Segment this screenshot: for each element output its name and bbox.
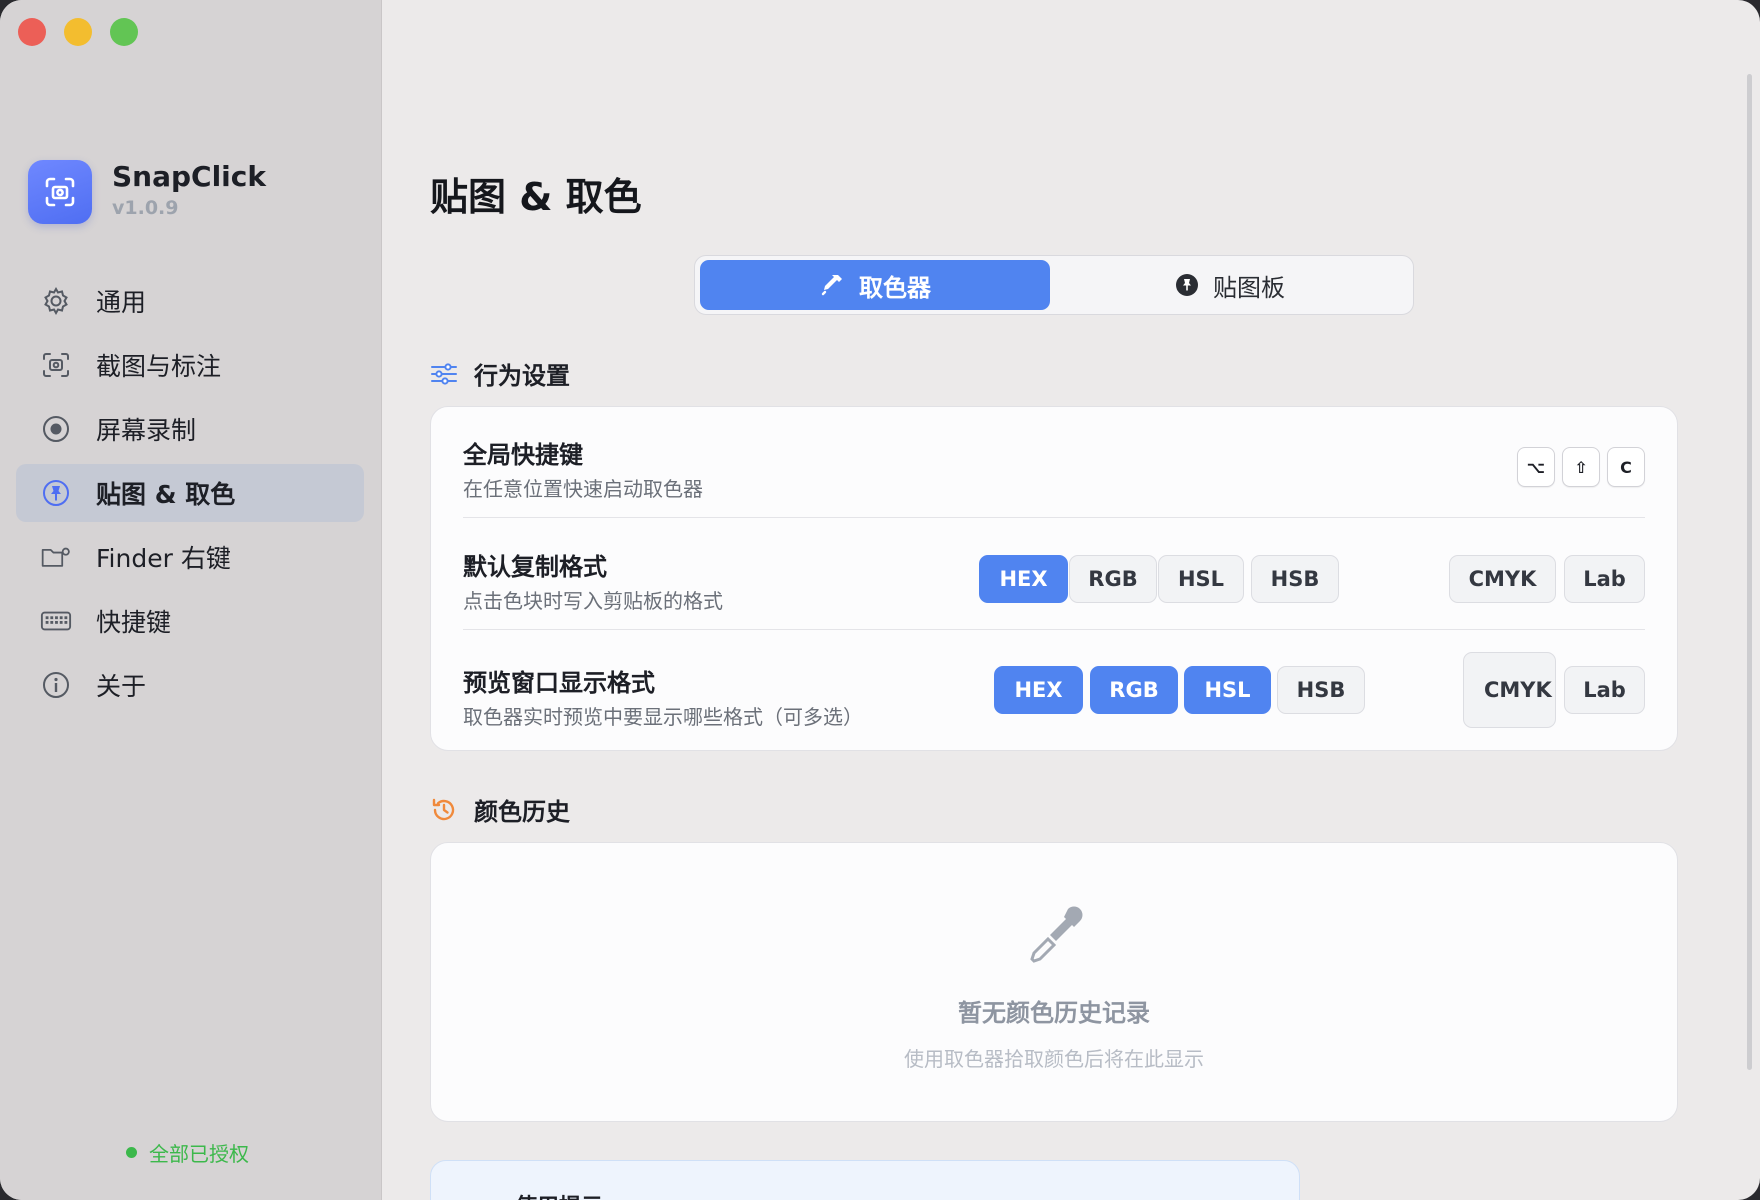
sidebar-item-pin-and-color[interactable]: 贴图 & 取色 (16, 464, 364, 522)
history-section-title: 颜色历史 (430, 792, 570, 827)
preview-chip-cmyk[interactable]: CMYK (1463, 652, 1556, 728)
camera-frame-icon (45, 177, 75, 207)
behavior-settings-card: 全局快捷键 在任意位置快速启动取色器 ⌥ ⇧ C 默认复制格式 点击色块时写入剪… (430, 406, 1678, 751)
format-chip-hex[interactable]: HEX (979, 555, 1068, 603)
auth-status: 全部已授权 (126, 1138, 249, 1167)
divider (463, 629, 1645, 630)
section-title-label: 颜色历史 (474, 798, 570, 826)
row-description: 在任意位置快速启动取色器 (463, 477, 703, 501)
preview-chip-lab[interactable]: Lab (1564, 666, 1645, 714)
tab-color-picker[interactable]: 取色器 (700, 260, 1050, 310)
eyedropper-icon (1030, 906, 1083, 963)
sidebar-item-screen-recording[interactable]: 屏幕录制 (16, 400, 364, 458)
info-icon (40, 670, 72, 700)
behavior-section-title: 行为设置 (430, 356, 570, 391)
preview-chip-hex[interactable]: HEX (994, 666, 1083, 714)
app-version: v1.0.9 (112, 197, 179, 219)
preview-chip-hsl[interactable]: HSL (1184, 666, 1271, 714)
empty-state-description: 使用取色器拾取颜色后将在此显示 (904, 1047, 1204, 1071)
format-chip-cmyk[interactable]: CMYK (1449, 555, 1556, 603)
app-window: SnapClick v1.0.9 通用 截图与标注 屏幕录制 贴图 & 取色 F… (0, 0, 1760, 1200)
row-description: 取色器实时预览中要显示哪些格式（可多选） (463, 705, 863, 729)
sidebar-item-label: 贴图 & 取色 (96, 480, 236, 509)
pin-icon (40, 478, 72, 508)
shift-key-cap[interactable]: ⇧ (1562, 447, 1600, 487)
auth-status-text: 全部已授权 (149, 1142, 249, 1166)
zoom-window-button[interactable] (110, 18, 138, 46)
tab-label: 取色器 (859, 273, 931, 302)
history-icon (432, 798, 455, 820)
sidebar-item-label: Finder 右键 (96, 544, 231, 573)
sidebar-item-label: 快捷键 (96, 608, 172, 637)
format-chip-rgb[interactable]: RGB (1069, 555, 1157, 603)
preview-chip-hsb[interactable]: HSB (1277, 666, 1365, 714)
finder-folder-icon (40, 542, 72, 572)
default-copy-format-row: 默认复制格式 点击色块时写入剪贴板的格式 HEX RGB HSL HSB CMY… (463, 543, 1645, 613)
sidebar-item-general[interactable]: 通用 (16, 272, 364, 330)
preview-chip-rgb[interactable]: RGB (1090, 666, 1178, 714)
row-description: 点击色块时写入剪贴板的格式 (463, 589, 723, 613)
format-chip-hsb[interactable]: HSB (1251, 555, 1339, 603)
sidebar-item-label: 通用 (96, 288, 147, 317)
row-title: 全局快捷键 (463, 441, 583, 469)
divider (463, 517, 1645, 518)
vertical-scrollbar[interactable] (1747, 74, 1752, 1070)
format-chip-lab[interactable]: Lab (1564, 555, 1645, 603)
option-key-cap[interactable]: ⌥ (1517, 447, 1555, 487)
tab-label: 贴图板 (1213, 273, 1285, 302)
app-logo (28, 160, 92, 224)
tab-pin-board[interactable]: 贴图板 (1055, 260, 1405, 310)
app-name: SnapClick (112, 160, 266, 193)
sidebar-item-screenshot[interactable]: 截图与标注 (16, 336, 364, 394)
keyboard-icon (40, 606, 72, 636)
sidebar-item-label: 屏幕录制 (96, 416, 197, 445)
status-dot (126, 1147, 137, 1158)
empty-state-title: 暂无颜色历史记录 (958, 999, 1150, 1027)
row-title: 默认复制格式 (463, 553, 607, 581)
tips-title: 使用提示 (515, 1189, 603, 1200)
row-title: 预览窗口显示格式 (463, 669, 655, 697)
pin-icon (1176, 274, 1198, 296)
minimize-window-button[interactable] (64, 18, 92, 46)
c-key-cap[interactable]: C (1607, 447, 1645, 487)
sidebar-item-label: 截图与标注 (96, 352, 222, 381)
section-title-label: 行为设置 (474, 362, 570, 390)
main-content: 贴图 & 取色 取色器 贴图板 行为设置 全局快捷键 在任意位置快速启动取色器 … (382, 0, 1760, 1200)
tips-card: 使用提示 (430, 1160, 1300, 1200)
sidebar-item-about[interactable]: 关于 (16, 656, 364, 714)
format-chip-hsl[interactable]: HSL (1158, 555, 1244, 603)
empty-state-icon (431, 903, 1677, 967)
eyedropper-icon (821, 275, 842, 296)
preview-format-row: 预览窗口显示格式 取色器实时预览中要显示哪些格式（可多选） HEX RGB HS… (463, 649, 1645, 739)
sliders-icon (431, 362, 457, 385)
sidebar-nav: 通用 截图与标注 屏幕录制 贴图 & 取色 Finder 右键 快捷键 关于 (16, 272, 364, 720)
sidebar-item-finder[interactable]: Finder 右键 (16, 528, 364, 586)
color-history-card: 暂无颜色历史记录 使用取色器拾取颜色后将在此显示 (430, 842, 1678, 1122)
gear-icon (40, 286, 72, 316)
global-shortcut-row: 全局快捷键 在任意位置快速启动取色器 ⌥ ⇧ C (463, 433, 1645, 503)
screenshot-icon (40, 350, 72, 380)
close-window-button[interactable] (18, 18, 46, 46)
sidebar-item-label: 关于 (96, 672, 147, 701)
record-icon (40, 414, 72, 444)
sidebar-item-shortcuts[interactable]: 快捷键 (16, 592, 364, 650)
mode-segmented-control: 取色器 贴图板 (694, 255, 1414, 315)
sidebar: SnapClick v1.0.9 通用 截图与标注 屏幕录制 贴图 & 取色 F… (0, 0, 382, 1200)
page-title: 贴图 & 取色 (430, 175, 642, 219)
